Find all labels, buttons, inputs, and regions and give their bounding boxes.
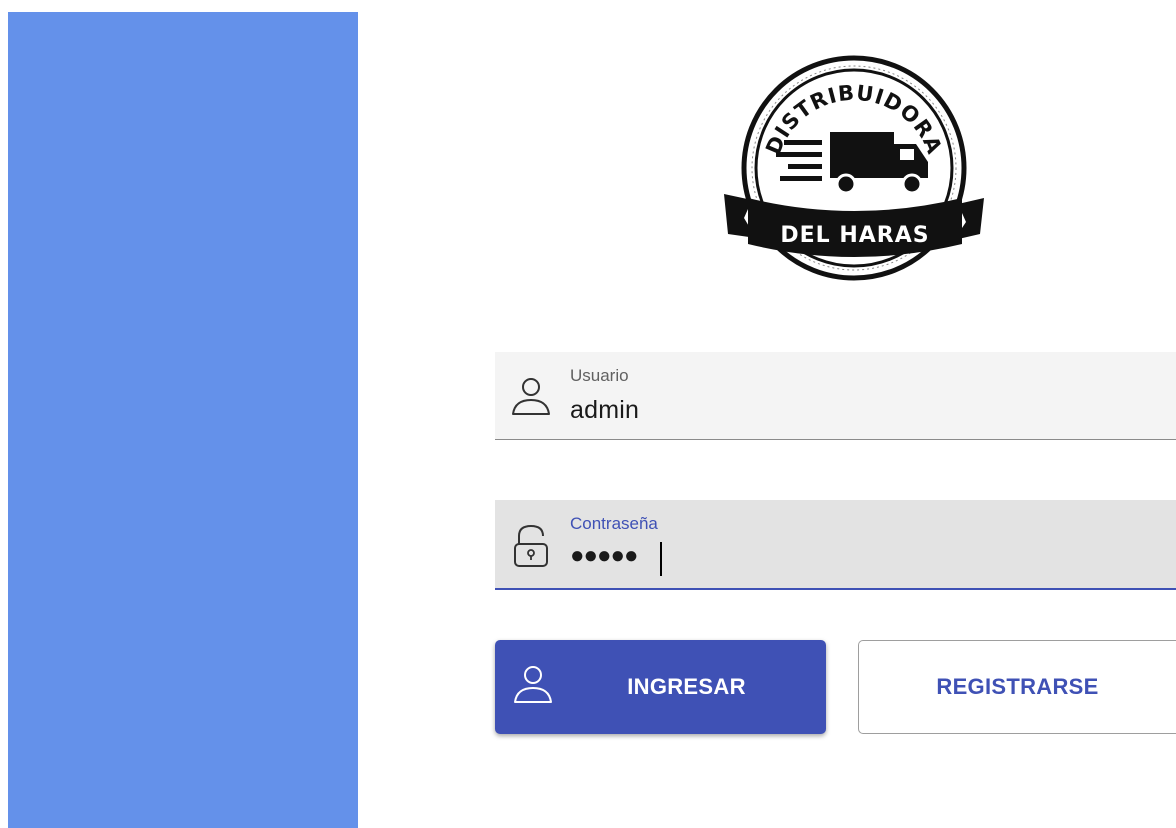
user-icon (511, 662, 555, 708)
side-panel (8, 12, 358, 828)
logo-emblem: DISTRIBUIDORA DEL HARAS (724, 55, 984, 281)
password-input[interactable]: ●●●●● (570, 542, 638, 570)
login-button-label: INGRESAR (627, 674, 746, 699)
username-input[interactable]: admin (570, 396, 639, 425)
brand-logo: DISTRIBUIDORA DEL HARAS (714, 48, 984, 293)
password-label: Contraseña (570, 514, 658, 533)
user-icon (509, 374, 553, 420)
register-button-label: REGISTRARSE (936, 674, 1099, 699)
username-field[interactable]: Usuario admin (495, 352, 1176, 440)
login-button[interactable]: INGRESAR (495, 640, 826, 734)
lock-icon (509, 522, 553, 568)
text-caret (660, 542, 662, 576)
register-button[interactable]: REGISTRARSE (858, 640, 1176, 734)
password-field[interactable]: Contraseña ●●●●● (495, 500, 1176, 590)
svg-text:DEL HARAS: DEL HARAS (780, 223, 929, 248)
username-label: Usuario (570, 366, 629, 385)
